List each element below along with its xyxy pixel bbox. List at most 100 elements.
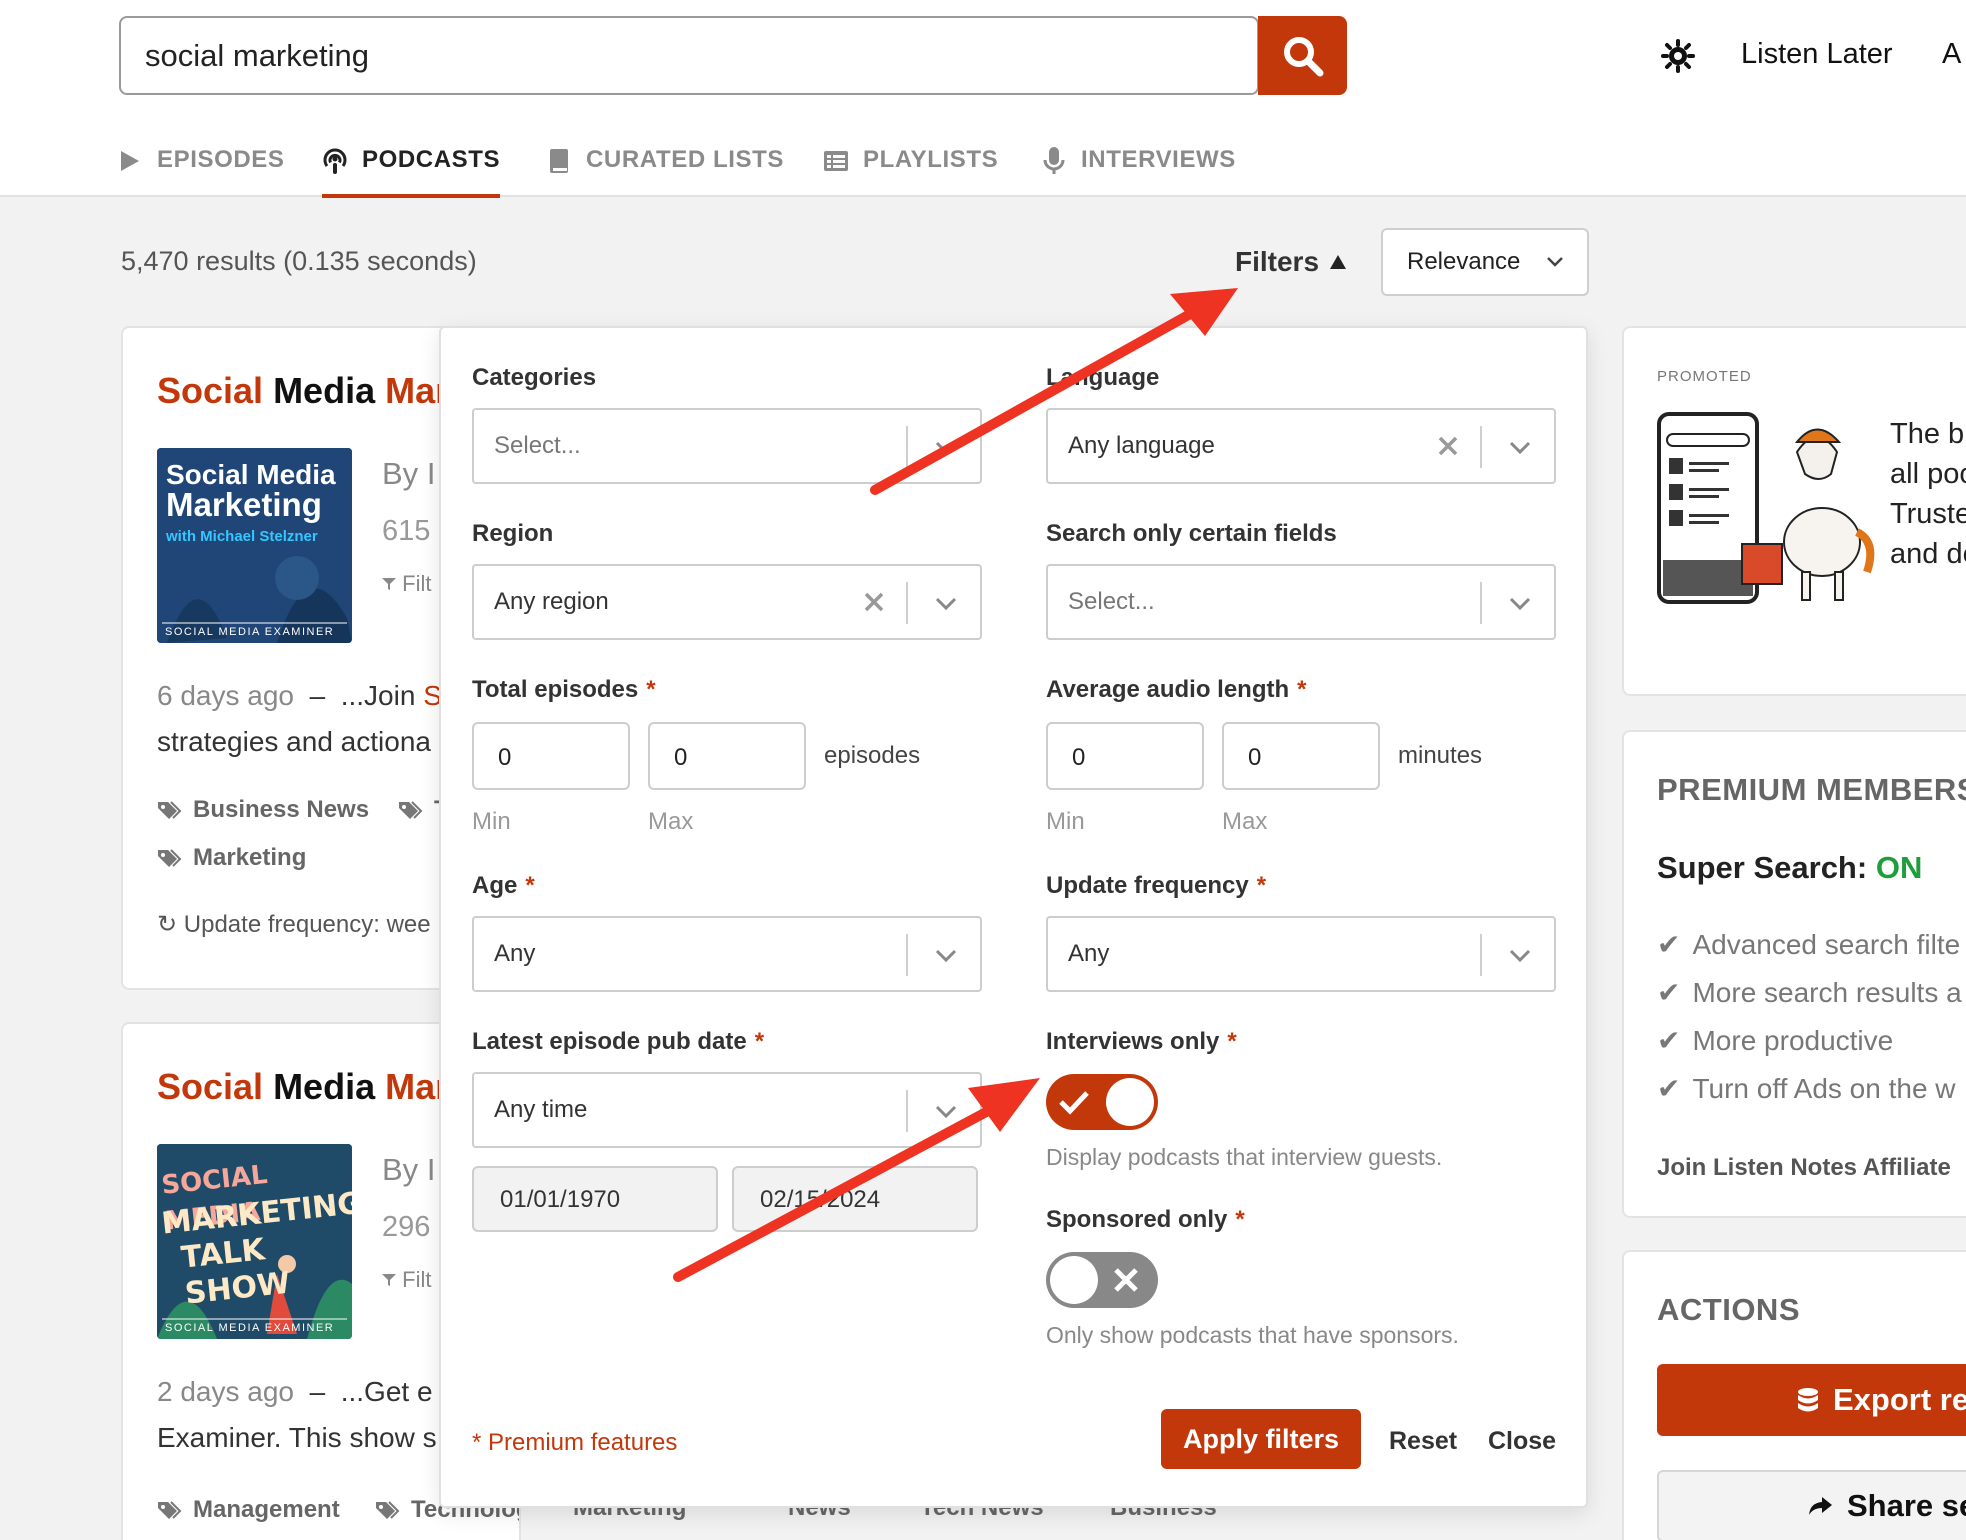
podcast-title[interactable]: Social Media Mar bbox=[157, 370, 449, 412]
tab-curated-lists[interactable]: CURATED LISTS bbox=[546, 146, 784, 198]
filter-icon bbox=[382, 1274, 396, 1286]
premium-features-note: * Premium features bbox=[472, 1429, 678, 1456]
filters-panel: Categories Select... Language Any langua… bbox=[439, 326, 1588, 1508]
update-frequency-select[interactable]: Any bbox=[1046, 916, 1556, 992]
clear-icon[interactable] bbox=[858, 586, 890, 618]
publisher-text: By I bbox=[382, 1152, 436, 1187]
minutes-unit: minutes bbox=[1398, 742, 1483, 769]
filters-label: Filters bbox=[1235, 246, 1320, 277]
cover-subtitle: with Michael Stelzner bbox=[166, 528, 318, 545]
filters-toggle[interactable]: Filters bbox=[1235, 246, 1347, 278]
date-from-input[interactable]: 01/01/1970 bbox=[472, 1166, 718, 1232]
podcast-title[interactable]: Social Media Mar bbox=[157, 1066, 449, 1108]
audio-min-input[interactable]: 0 bbox=[1046, 722, 1204, 790]
fields-placeholder: Select... bbox=[1068, 588, 1155, 615]
max-caption: Max bbox=[648, 808, 694, 835]
pub-date-label: Latest episode pub date * bbox=[472, 1028, 765, 1055]
account-menu-link[interactable]: A bbox=[1942, 38, 1961, 71]
sponsored-only-toggle[interactable] bbox=[1046, 1252, 1158, 1308]
audio-max-input[interactable]: 0 bbox=[1222, 722, 1380, 790]
episode-snippet-line: strategies and actiona bbox=[157, 726, 431, 757]
region-value: Any region bbox=[494, 588, 609, 615]
chevron-down-icon bbox=[1509, 597, 1531, 611]
language-label: Language bbox=[1046, 364, 1160, 391]
language-value: Any language bbox=[1068, 432, 1215, 459]
podcast-icon bbox=[322, 146, 348, 176]
fields-select[interactable]: Select... bbox=[1046, 564, 1556, 640]
sort-select[interactable]: Relevance bbox=[1381, 228, 1589, 296]
episodes-max-input[interactable]: 0 bbox=[648, 722, 806, 790]
benefit-item: ✔ More search results a bbox=[1657, 976, 1962, 1009]
book-icon bbox=[546, 146, 572, 176]
tab-interviews[interactable]: INTERVIEWS bbox=[1041, 146, 1236, 198]
update-frequency-value: Any bbox=[1068, 940, 1110, 967]
caret-up-icon bbox=[1330, 255, 1347, 269]
sponsored-help: Only show podcasts that have sponsors. bbox=[1046, 1322, 1459, 1348]
publisher-text: By I bbox=[382, 456, 436, 491]
clear-icon[interactable] bbox=[1432, 430, 1464, 462]
select-divider bbox=[1480, 426, 1482, 468]
close-button[interactable]: Close bbox=[1488, 1427, 1556, 1456]
pub-date-select[interactable]: Any time bbox=[472, 1072, 982, 1148]
age-select[interactable]: Any bbox=[472, 916, 982, 992]
min-caption: Min bbox=[472, 808, 511, 835]
affiliate-link[interactable]: Join Listen Notes Affiliate bbox=[1657, 1154, 1951, 1182]
fields-label: Search only certain fields bbox=[1046, 520, 1337, 547]
promoted-card[interactable]: PROMOTED The b all poc Truste and de bbox=[1622, 326, 1966, 696]
language-select[interactable]: Any language bbox=[1046, 408, 1556, 484]
listen-later-link[interactable]: Listen Later bbox=[1741, 38, 1893, 71]
search-input[interactable] bbox=[145, 34, 1165, 78]
interviews-only-toggle[interactable] bbox=[1046, 1074, 1158, 1130]
theme-toggle-button[interactable] bbox=[1658, 36, 1698, 76]
podcast-cover-image[interactable]: SOCIAL MEDIA MARKETING TALK SHOW SOCIAL … bbox=[157, 1144, 352, 1339]
category-tag[interactable]: Marketing bbox=[157, 844, 306, 872]
select-divider bbox=[906, 1090, 908, 1132]
interviews-help: Display podcasts that interview guests. bbox=[1046, 1144, 1443, 1170]
tab-playlists[interactable]: PLAYLISTS bbox=[823, 146, 998, 198]
region-select[interactable]: Any region bbox=[472, 564, 982, 640]
select-divider bbox=[906, 582, 908, 624]
total-episodes-label: Total episodes * bbox=[472, 676, 656, 703]
categories-placeholder: Select... bbox=[494, 432, 581, 459]
reset-button[interactable]: Reset bbox=[1389, 1427, 1457, 1456]
filter-icon bbox=[382, 578, 396, 590]
filter-link[interactable]: Filt bbox=[382, 1267, 431, 1293]
chevron-down-icon bbox=[1509, 441, 1531, 455]
promo-text: The b all poc Truste and de bbox=[1890, 418, 1966, 570]
actions-card: ACTIONS Export re Share se bbox=[1622, 1250, 1966, 1540]
update-frequency-text: ↻ Update frequency: wee bbox=[157, 911, 431, 938]
episode-snippet: 6 days ago – ...Join S bbox=[157, 680, 442, 711]
premium-membership-card: PREMIUM MEMBERS Super Search: ON ✔ Advanc… bbox=[1622, 730, 1966, 1218]
select-divider bbox=[906, 934, 908, 976]
age-label: Age * bbox=[472, 872, 535, 899]
check-icon: ✔ bbox=[1657, 977, 1681, 1008]
share-button[interactable]: Share se bbox=[1657, 1470, 1966, 1540]
categories-select[interactable]: Select... bbox=[472, 408, 982, 484]
update-frequency-label: Update frequency * bbox=[1046, 872, 1267, 899]
apply-filters-button[interactable]: Apply filters bbox=[1161, 1409, 1361, 1469]
category-tag[interactable]: Business News bbox=[157, 796, 369, 824]
filter-link[interactable]: Filt bbox=[382, 571, 431, 597]
sun-icon bbox=[1661, 39, 1695, 73]
category-tag[interactable]: Management bbox=[157, 1496, 340, 1524]
tab-podcasts[interactable]: PODCASTS bbox=[322, 146, 501, 198]
pub-date-value: Any time bbox=[494, 1096, 588, 1123]
tab-episodes[interactable]: EPISODES bbox=[117, 146, 285, 198]
episode-count: 296 bbox=[382, 1211, 431, 1243]
tags-icon bbox=[158, 849, 182, 867]
cover-title: Social Media Marketing bbox=[166, 459, 336, 523]
episodes-min-input[interactable]: 0 bbox=[472, 722, 630, 790]
date-to-input[interactable]: 02/15/2024 bbox=[732, 1166, 978, 1232]
toggle-knob bbox=[1106, 1078, 1154, 1126]
tags-icon bbox=[158, 801, 182, 819]
episode-count: 615 bbox=[382, 515, 431, 547]
max-caption: Max bbox=[1222, 808, 1268, 835]
tab-label: EPISODES bbox=[157, 146, 285, 173]
check-icon: ✔ bbox=[1657, 929, 1681, 960]
podcast-cover-image[interactable]: Social Media Marketing with Michael Stel… bbox=[157, 448, 352, 643]
sponsored-only-label: Sponsored only * bbox=[1046, 1206, 1245, 1233]
search-button[interactable] bbox=[1258, 16, 1347, 95]
sort-value: Relevance bbox=[1407, 248, 1521, 275]
export-button[interactable]: Export re bbox=[1657, 1364, 1966, 1436]
benefit-item: ✔ More productive bbox=[1657, 1024, 1894, 1057]
